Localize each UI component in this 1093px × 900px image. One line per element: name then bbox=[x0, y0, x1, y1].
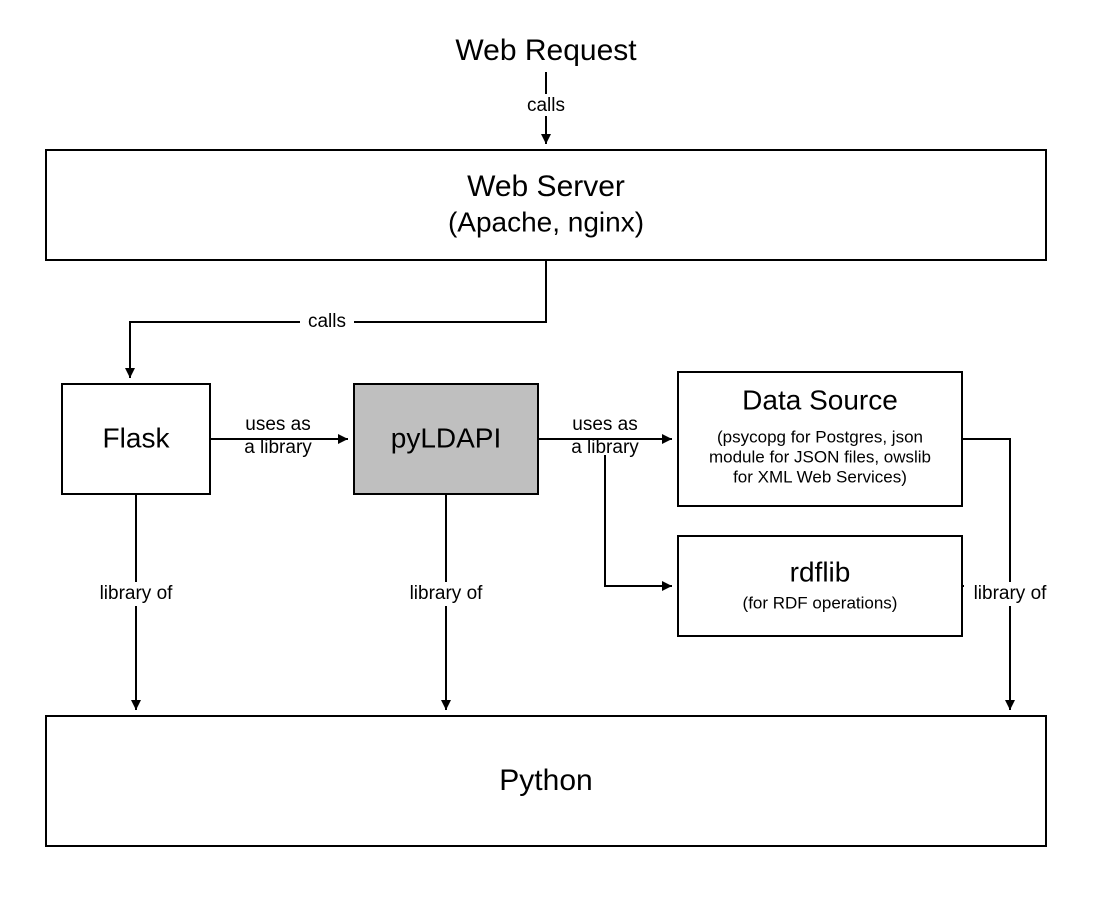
edge-datasource-to-python bbox=[962, 439, 1010, 710]
node-web-server-title: Web Server bbox=[467, 170, 625, 203]
edge-label-uses-1a: uses as bbox=[245, 414, 310, 435]
node-web-request: Web Request bbox=[455, 34, 637, 67]
node-data-source-sub2: module for JSON files, owslib bbox=[709, 447, 931, 466]
edge-label-calls-2: calls bbox=[308, 311, 346, 332]
edge-label-uses-2a: uses as bbox=[572, 414, 637, 435]
node-pyldapi-title: pyLDAPI bbox=[391, 422, 502, 453]
node-rdflib-title: rdflib bbox=[790, 556, 851, 587]
node-web-server bbox=[46, 150, 1046, 260]
architecture-diagram: Web Request calls Web Server (Apache, ng… bbox=[0, 0, 1093, 900]
edge-label-uses-2b: a library bbox=[571, 437, 639, 458]
edge-pyldapi-to-rdflib bbox=[605, 455, 672, 586]
edge-label-uses-1b: a library bbox=[244, 437, 312, 458]
edge-label-lib-2: library of bbox=[410, 583, 484, 604]
edge-label-lib-1: library of bbox=[100, 583, 174, 604]
node-data-source-sub1: (psycopg for Postgres, json bbox=[717, 427, 923, 446]
node-rdflib-subtitle: (for RDF operations) bbox=[743, 593, 898, 612]
node-data-source-sub3: for XML Web Services) bbox=[733, 467, 907, 486]
node-flask-title: Flask bbox=[103, 422, 171, 453]
edge-label-calls-1: calls bbox=[527, 95, 565, 116]
edge-label-lib-3: library of bbox=[974, 583, 1048, 604]
node-data-source-title: Data Source bbox=[742, 384, 898, 415]
node-web-server-subtitle: (Apache, nginx) bbox=[448, 206, 644, 237]
node-python-title: Python bbox=[499, 764, 592, 797]
